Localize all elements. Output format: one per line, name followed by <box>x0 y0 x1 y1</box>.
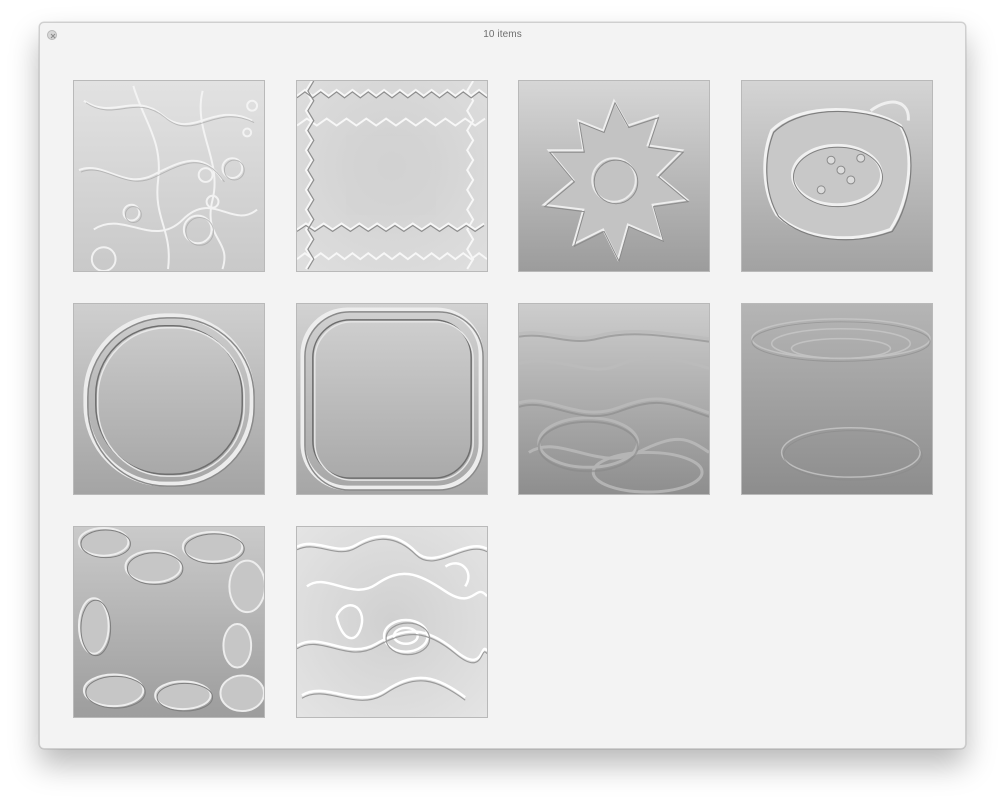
circle-frame-embossed-thumbnail <box>74 304 264 494</box>
zigzag-embossed-texture-thumbnail <box>297 81 487 271</box>
bubbles-edge-embossed-thumbnail <box>74 527 264 717</box>
thumbnail-item-1[interactable] <box>73 80 265 272</box>
splat-embossed-texture-thumbnail <box>519 81 709 271</box>
thumbnail-item-7[interactable] <box>518 303 710 495</box>
thumbnail-item-3[interactable] <box>518 80 710 272</box>
rounded-square-frame-embossed-thumbnail <box>297 304 487 494</box>
soft-ripple-texture-thumbnail <box>742 304 932 494</box>
thumbnail-item-8[interactable] <box>741 303 933 495</box>
water-ripple-texture-thumbnail <box>519 304 709 494</box>
thumbnail-item-2[interactable] <box>296 80 488 272</box>
liquid-shine-texture-thumbnail <box>297 527 487 717</box>
quick-look-window: 10 items <box>39 22 966 749</box>
organic-embossed-texture-thumbnail <box>74 81 264 271</box>
ring-splat-embossed-texture-thumbnail <box>742 81 932 271</box>
title-bar: 10 items <box>40 23 965 47</box>
thumbnail-item-4[interactable] <box>741 80 933 272</box>
thumbnail-item-5[interactable] <box>73 303 265 495</box>
thumbnail-item-10[interactable] <box>296 526 488 718</box>
thumbnail-item-6[interactable] <box>296 303 488 495</box>
thumbnail-item-9[interactable] <box>73 526 265 718</box>
window-title: 10 items <box>483 29 522 40</box>
